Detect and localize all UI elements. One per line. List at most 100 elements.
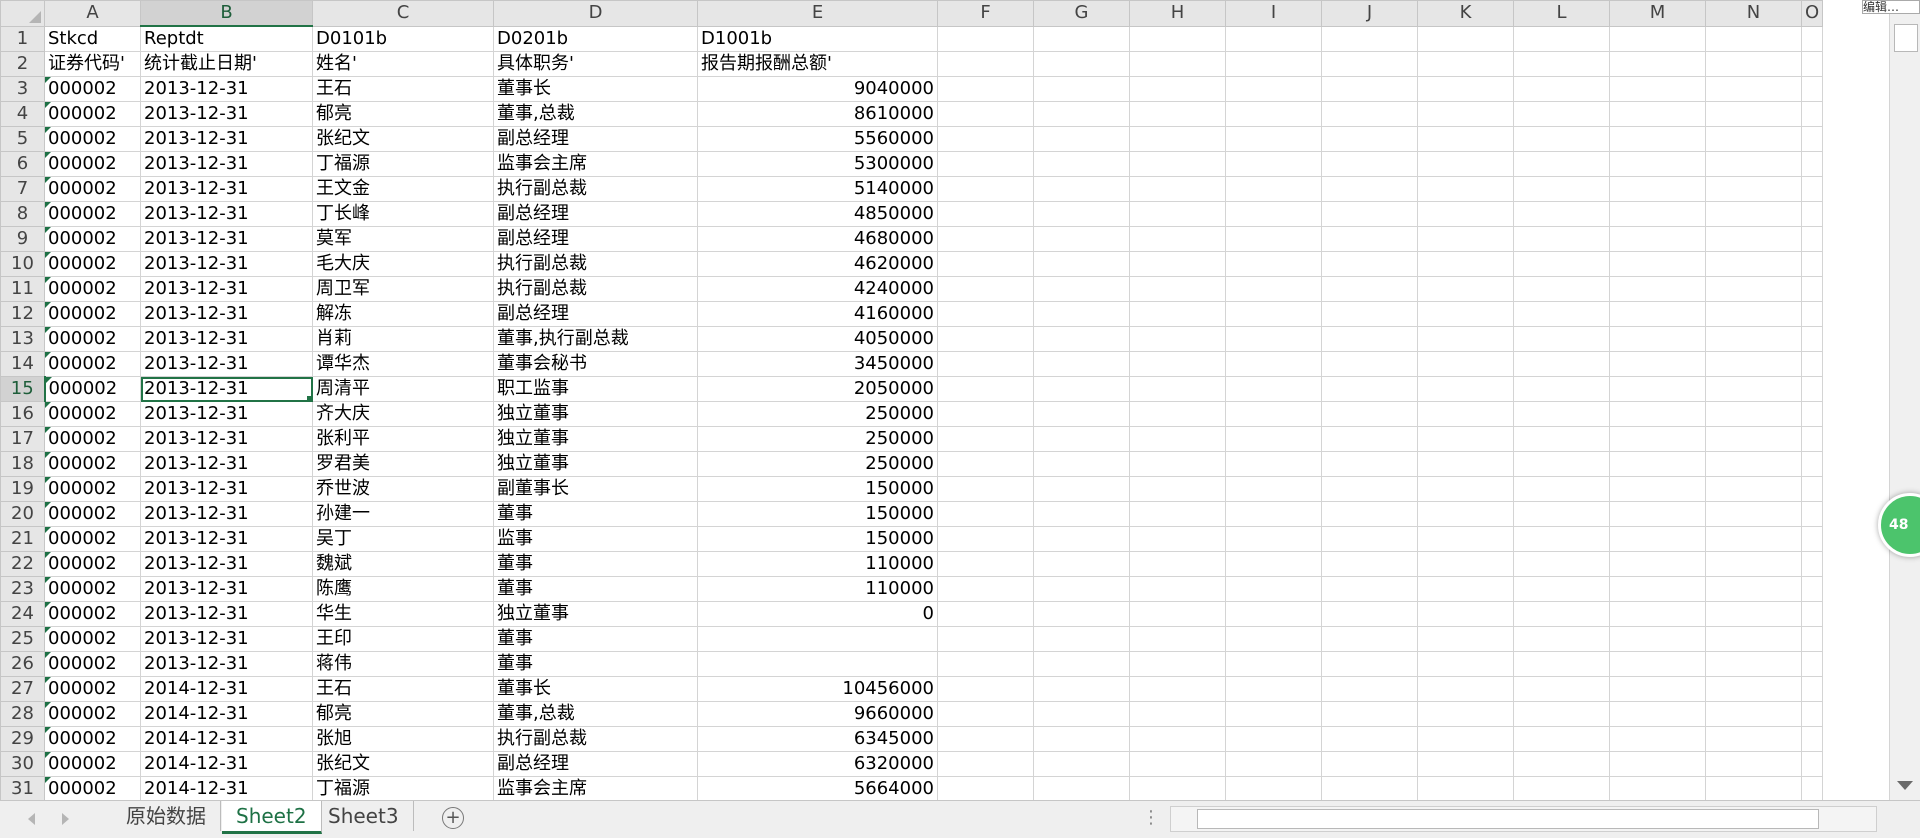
cell-k14[interactable] — [1417, 351, 1514, 377]
cell-c10[interactable]: 毛大庆 — [312, 251, 494, 277]
cell-l1[interactable] — [1513, 25, 1610, 52]
cell-l11[interactable] — [1513, 276, 1610, 302]
cell-g31[interactable] — [1033, 776, 1130, 800]
cell-f2[interactable] — [937, 51, 1034, 77]
cell-l21[interactable] — [1513, 526, 1610, 552]
cell-o21[interactable] — [1800, 526, 1824, 552]
cell-f8[interactable] — [937, 201, 1034, 227]
row-header[interactable]: 30 — [0, 751, 45, 777]
cell-m20[interactable] — [1609, 501, 1706, 527]
cell-f25[interactable] — [937, 626, 1034, 652]
cell-h12[interactable] — [1129, 301, 1226, 327]
row-header[interactable]: 8 — [0, 201, 45, 227]
cell-b3[interactable]: 2013-12-31 — [140, 76, 313, 102]
cell-o27[interactable] — [1800, 676, 1824, 702]
row-header[interactable]: 17 — [0, 426, 45, 452]
cell-j19[interactable] — [1321, 476, 1418, 502]
cell-h20[interactable] — [1129, 501, 1226, 527]
column-header-d[interactable]: D — [493, 0, 698, 27]
cell-h27[interactable] — [1129, 676, 1226, 702]
cell-d3[interactable]: 董事长 — [493, 76, 698, 102]
horizontal-scroll-thumb[interactable] — [1197, 809, 1819, 829]
cell-l4[interactable] — [1513, 101, 1610, 127]
cell-e1[interactable]: D1001b — [697, 25, 938, 52]
cell-i1[interactable] — [1225, 25, 1322, 52]
cell-b15[interactable]: 2013-12-31 — [140, 376, 313, 402]
vertical-scroll-thumb[interactable] — [1894, 24, 1918, 52]
cell-j2[interactable] — [1321, 51, 1418, 77]
cell-a19[interactable]: 000002 — [44, 476, 141, 502]
cell-g14[interactable] — [1033, 351, 1130, 377]
cell-g26[interactable] — [1033, 651, 1130, 677]
cell-g17[interactable] — [1033, 426, 1130, 452]
row-header[interactable]: 13 — [0, 326, 45, 352]
cell-d15[interactable]: 职工监事 — [493, 376, 698, 402]
cell-d21[interactable]: 监事 — [493, 526, 698, 552]
cell-e6[interactable]: 5300000 — [697, 151, 938, 177]
cell-c6[interactable]: 丁福源 — [312, 151, 494, 177]
cell-n2[interactable] — [1705, 51, 1802, 77]
cell-d9[interactable]: 副总经理 — [493, 226, 698, 252]
cell-k30[interactable] — [1417, 751, 1514, 777]
cell-f23[interactable] — [937, 576, 1034, 602]
column-header-l[interactable]: L — [1513, 0, 1610, 27]
cell-m24[interactable] — [1609, 601, 1706, 627]
cell-h6[interactable] — [1129, 151, 1226, 177]
cell-h10[interactable] — [1129, 251, 1226, 277]
cell-n12[interactable] — [1705, 301, 1802, 327]
next-sheet-arrow-icon[interactable] — [62, 813, 69, 825]
cell-k3[interactable] — [1417, 76, 1514, 102]
cell-l16[interactable] — [1513, 401, 1610, 427]
cell-b16[interactable]: 2013-12-31 — [140, 401, 313, 427]
cell-h1[interactable] — [1129, 25, 1226, 52]
cell-b13[interactable]: 2013-12-31 — [140, 326, 313, 352]
cell-m10[interactable] — [1609, 251, 1706, 277]
cell-b14[interactable]: 2013-12-31 — [140, 351, 313, 377]
cell-d23[interactable]: 董事 — [493, 576, 698, 602]
cell-a18[interactable]: 000002 — [44, 451, 141, 477]
cell-b23[interactable]: 2013-12-31 — [140, 576, 313, 602]
cell-o12[interactable] — [1800, 301, 1824, 327]
cell-a14[interactable]: 000002 — [44, 351, 141, 377]
cell-c25[interactable]: 王印 — [312, 626, 494, 652]
cell-j30[interactable] — [1321, 751, 1418, 777]
cell-f6[interactable] — [937, 151, 1034, 177]
cell-c19[interactable]: 乔世波 — [312, 476, 494, 502]
cell-n29[interactable] — [1705, 726, 1802, 752]
cell-o9[interactable] — [1800, 226, 1824, 252]
cell-b17[interactable]: 2013-12-31 — [140, 426, 313, 452]
cell-k6[interactable] — [1417, 151, 1514, 177]
column-header-k[interactable]: K — [1417, 0, 1514, 27]
cell-a7[interactable]: 000002 — [44, 176, 141, 202]
cell-e21[interactable]: 150000 — [697, 526, 938, 552]
cell-e17[interactable]: 250000 — [697, 426, 938, 452]
cell-o14[interactable] — [1800, 351, 1824, 377]
cell-h26[interactable] — [1129, 651, 1226, 677]
row-header[interactable]: 26 — [0, 651, 45, 677]
cell-d18[interactable]: 独立董事 — [493, 451, 698, 477]
cell-a4[interactable]: 000002 — [44, 101, 141, 127]
cell-k17[interactable] — [1417, 426, 1514, 452]
prev-sheet-arrow-icon[interactable] — [28, 813, 35, 825]
cell-i24[interactable] — [1225, 601, 1322, 627]
cell-g18[interactable] — [1033, 451, 1130, 477]
cell-j1[interactable] — [1321, 25, 1418, 52]
cell-h25[interactable] — [1129, 626, 1226, 652]
horizontal-scrollbar[interactable] — [1170, 806, 1877, 832]
column-header-a[interactable]: A — [44, 0, 141, 27]
cell-g22[interactable] — [1033, 551, 1130, 577]
cell-h22[interactable] — [1129, 551, 1226, 577]
cell-n1[interactable] — [1705, 25, 1802, 52]
cell-b9[interactable]: 2013-12-31 — [140, 226, 313, 252]
cell-o25[interactable] — [1800, 626, 1824, 652]
cell-a21[interactable]: 000002 — [44, 526, 141, 552]
cell-e12[interactable]: 4160000 — [697, 301, 938, 327]
cell-f22[interactable] — [937, 551, 1034, 577]
cell-d4[interactable]: 董事,总裁 — [493, 101, 698, 127]
cell-i12[interactable] — [1225, 301, 1322, 327]
cell-f11[interactable] — [937, 276, 1034, 302]
cell-e23[interactable]: 110000 — [697, 576, 938, 602]
column-header-h[interactable]: H — [1129, 0, 1226, 27]
cell-n9[interactable] — [1705, 226, 1802, 252]
cell-a27[interactable]: 000002 — [44, 676, 141, 702]
